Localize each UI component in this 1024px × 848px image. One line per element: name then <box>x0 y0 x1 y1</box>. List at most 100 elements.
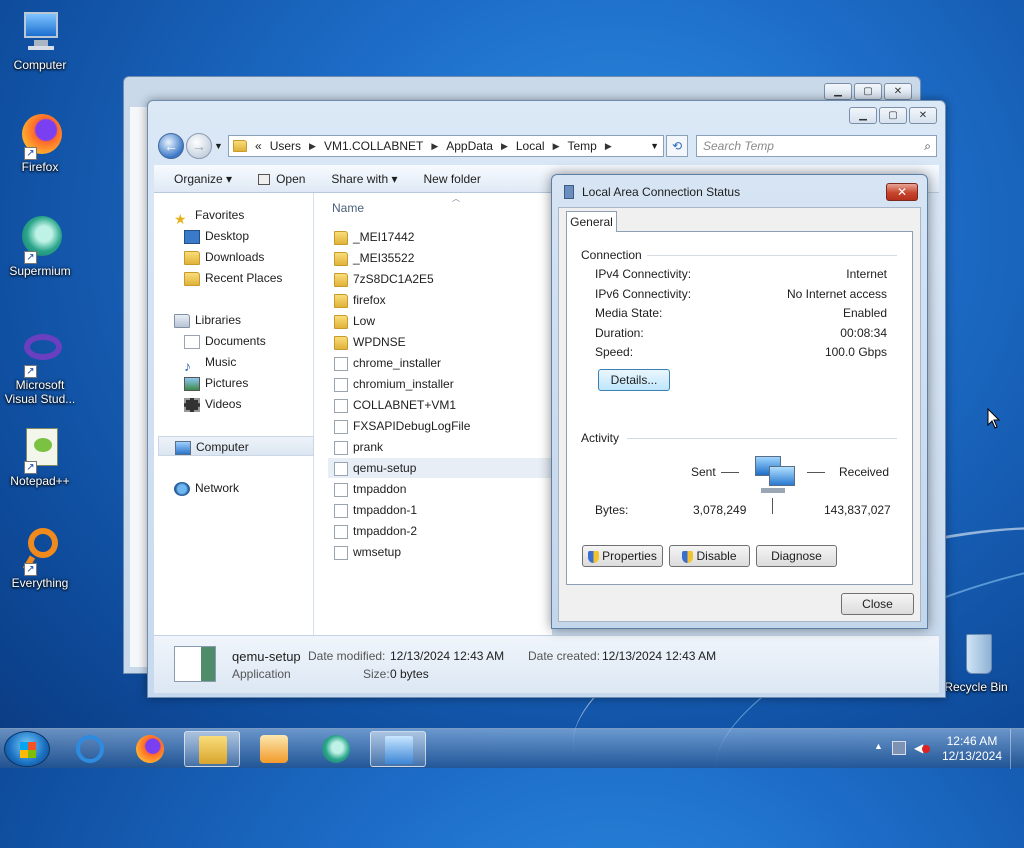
taskbar-network-connections[interactable] <box>370 731 426 767</box>
disable-button[interactable]: Disable <box>669 545 750 567</box>
dialog-close-button[interactable]: ✕ <box>886 183 918 201</box>
file-list-item[interactable]: prank <box>334 437 552 457</box>
volume-muted-icon[interactable]: ◀ <box>914 741 930 755</box>
organize-button[interactable]: Organize ▾ <box>174 172 232 186</box>
file-list-item[interactable]: chrome_installer <box>334 353 552 373</box>
desktop-icon-computer[interactable]: Computer <box>4 8 76 72</box>
taskbar-supermium[interactable] <box>308 731 364 767</box>
breadcrumb-overflow[interactable]: « <box>255 139 262 153</box>
breadcrumb-item[interactable]: Temp <box>567 139 596 153</box>
uac-shield-icon <box>682 550 694 563</box>
diagnose-button[interactable]: Diagnose <box>756 545 837 567</box>
breadcrumb-separator-icon[interactable]: ▶ <box>501 141 508 152</box>
action-center-icon[interactable] <box>892 741 906 755</box>
nav-computer[interactable]: Computer <box>158 436 314 456</box>
close-button[interactable]: Close <box>841 593 914 615</box>
nav-libraries[interactable]: Libraries <box>174 310 330 330</box>
nav-network[interactable]: Network <box>174 478 330 498</box>
breadcrumb-separator-icon[interactable]: ▶ <box>553 141 560 152</box>
sent-line <box>721 472 739 473</box>
desktop-icon-notepadpp[interactable]: ↗ Notepad++ <box>4 424 76 488</box>
taskbar-media-player[interactable] <box>246 731 302 767</box>
close-button[interactable]: ✕ <box>909 107 937 124</box>
connection-status-dialog[interactable]: Local Area Connection Status ✕ General C… <box>551 174 928 629</box>
breadcrumb-separator-icon[interactable]: ▶ <box>605 141 612 152</box>
minimize-button[interactable]: ▁ <box>824 83 852 100</box>
file-name: FXSAPIDebugLogFile <box>353 419 471 433</box>
bytes-separator <box>772 498 773 514</box>
refresh-button[interactable]: ⟲ <box>666 135 688 157</box>
desktop-icon-supermium[interactable]: ↗ Supermium <box>4 214 76 278</box>
desktop-icon-visual-studio[interactable]: ↗ Microsoft Visual Stud... <box>4 328 76 406</box>
clock[interactable]: 12:46 AM 12/13/2024 <box>942 734 1002 764</box>
minimize-button[interactable]: ▁ <box>849 107 877 124</box>
file-list-item[interactable]: qemu-setup <box>328 458 552 478</box>
show-desktop-button[interactable] <box>1010 729 1024 769</box>
taskbar-explorer[interactable] <box>184 731 240 767</box>
dialog-body: General Connection IPv4 Connectivity: Int… <box>558 207 921 622</box>
size-value: 0 bytes <box>390 667 429 681</box>
search-input[interactable]: Search Temp ⌕ <box>696 135 937 157</box>
open-button[interactable]: Open <box>258 172 305 186</box>
file-icon <box>334 545 348 560</box>
breadcrumb-item[interactable]: Users <box>270 139 301 153</box>
column-header-name[interactable]: Name <box>332 201 364 215</box>
file-list-item[interactable]: chromium_installer <box>334 374 552 394</box>
address-dropdown-icon[interactable]: ▼ <box>650 141 659 151</box>
breadcrumb-item[interactable]: AppData <box>446 139 493 153</box>
file-list-item[interactable]: tmpaddon <box>334 479 552 499</box>
firefox-icon <box>136 735 164 763</box>
maximize-button[interactable]: ▢ <box>879 107 907 124</box>
share-with-button[interactable]: Share with ▾ <box>331 172 397 186</box>
file-list-item[interactable]: COLLABNET+VM1 <box>334 395 552 415</box>
windows-logo-icon <box>20 742 36 758</box>
tab-general[interactable]: General <box>566 211 617 232</box>
show-hidden-icons-chevron-icon[interactable]: ▲ <box>874 741 883 751</box>
file-list-item[interactable]: wmsetup <box>334 542 552 562</box>
libraries-icon <box>174 313 190 328</box>
nav-label: Libraries <box>195 313 242 327</box>
row-value: Internet <box>846 267 887 281</box>
back-button[interactable]: ← <box>158 133 184 159</box>
desktop-icon-recycle-bin[interactable]: Recycle Bin <box>940 630 1012 694</box>
folder-icon <box>334 272 348 287</box>
date-created-value: 12/13/2024 12:43 AM <box>602 649 717 663</box>
breadcrumb-separator-icon[interactable]: ▶ <box>431 141 438 152</box>
sort-ascending-icon: ︿ <box>452 194 460 203</box>
desktop-icon-firefox[interactable]: ↗ Firefox <box>4 110 76 174</box>
breadcrumb-item[interactable]: Local <box>516 139 545 153</box>
file-list-item[interactable]: WPDNSE <box>334 332 552 352</box>
file-list-item[interactable]: Low <box>334 311 552 331</box>
taskbar-firefox[interactable] <box>122 731 178 767</box>
nav-favorites[interactable]: ★ Favorites <box>174 205 330 227</box>
visual-studio-icon: ↗ <box>16 328 64 378</box>
taskbar-internet-explorer[interactable] <box>62 731 118 767</box>
file-list-item[interactable]: tmpaddon-1 <box>334 500 552 520</box>
file-name: COLLABNET+VM1 <box>353 398 457 412</box>
desktop-icon <box>184 229 200 244</box>
row-label: Duration: <box>595 326 644 340</box>
address-bar[interactable]: « Users ▶ VM1.COLLABNET ▶ AppData ▶ Local ▶ … <box>228 135 664 157</box>
start-button[interactable] <box>4 731 50 767</box>
internet-explorer-icon <box>76 735 104 763</box>
forward-button[interactable]: → <box>186 133 212 159</box>
close-button[interactable]: ✕ <box>884 83 912 100</box>
maximize-button[interactable]: ▢ <box>854 83 882 100</box>
file-list-item[interactable]: _MEI35522 <box>334 248 552 268</box>
received-label: Received <box>839 465 890 479</box>
file-list-item[interactable]: firefox <box>334 290 552 310</box>
breadcrumb-separator-icon[interactable]: ▶ <box>309 141 316 152</box>
details-button[interactable]: Details... <box>598 369 670 391</box>
properties-button[interactable]: Properties <box>582 545 663 567</box>
recent-pages-chevron-icon[interactable]: ▼ <box>214 141 223 151</box>
new-folder-button[interactable]: New folder <box>423 172 480 186</box>
nav-label: Computer <box>196 440 249 454</box>
file-list-item[interactable]: 7zS8DC1A2E5 <box>334 269 552 289</box>
network-icon <box>174 481 190 496</box>
file-list-item[interactable]: _MEI17442 <box>334 227 552 247</box>
desktop-icon-everything[interactable]: ↗ Everything <box>4 526 76 590</box>
file-list-item[interactable]: tmpaddon-2 <box>334 521 552 541</box>
computer-icon <box>16 8 64 56</box>
breadcrumb-item[interactable]: VM1.COLLABNET <box>324 139 423 153</box>
file-list-item[interactable]: FXSAPIDebugLogFile <box>334 416 552 436</box>
